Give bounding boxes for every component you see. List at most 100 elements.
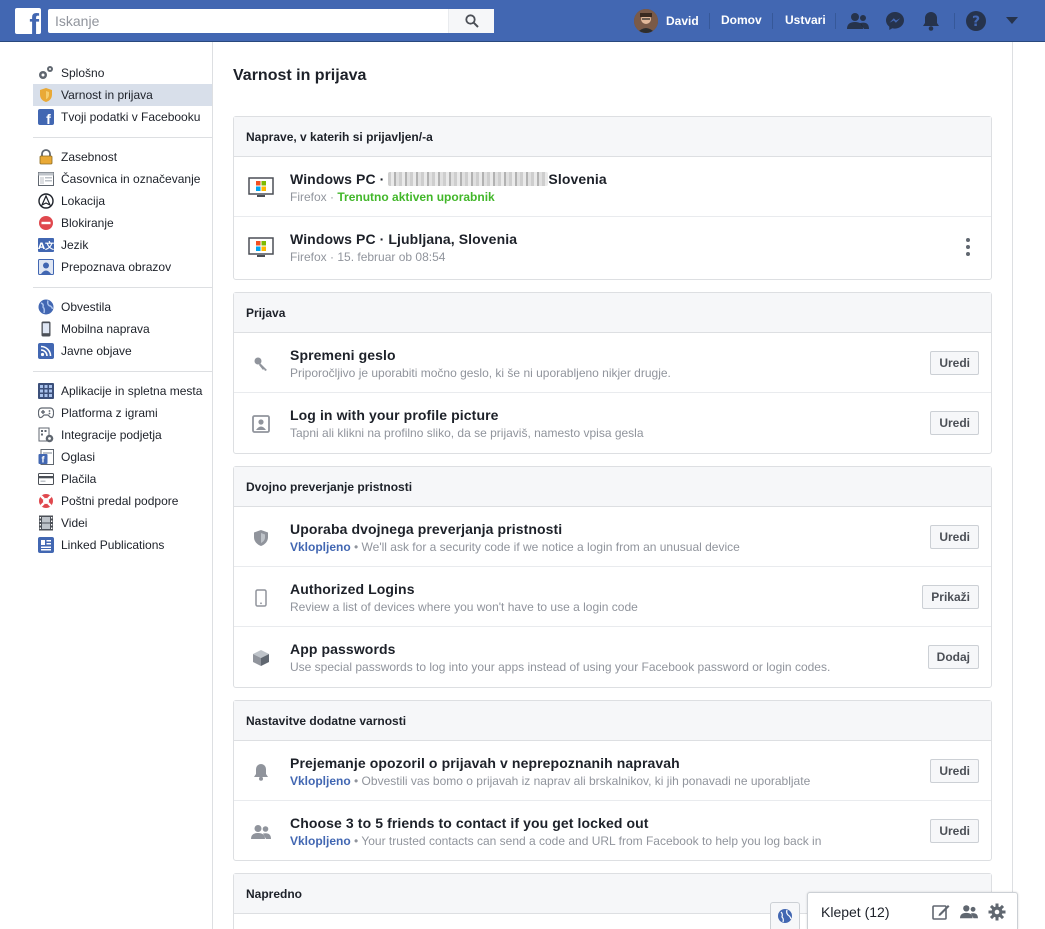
search-button[interactable] (448, 9, 494, 33)
profile-picture-icon (248, 411, 274, 437)
devices-section: Naprave, v katerih si prijavljen/-a Wind… (233, 116, 992, 280)
setting-description: Tapni ali klikni na profilno sliko, da s… (290, 426, 644, 440)
publication-icon (38, 537, 54, 553)
facebook-icon: f (38, 109, 54, 125)
language-icon: A文 (38, 237, 54, 253)
chat-bar[interactable]: Klepet (12) (807, 892, 1018, 929)
setting-description-text: • Obvestili vas bomo o prijavah iz napra… (350, 774, 811, 788)
nav-divider (709, 13, 710, 29)
sidebar-item-videi[interactable]: Videi (33, 512, 212, 534)
sidebar-item-placila[interactable]: Plačila (33, 468, 212, 490)
login-section: Prijava Spremeni geslo Priporočljivo je … (233, 292, 992, 454)
setting-row-app-passwords: App passwords Use special passwords to l… (234, 627, 991, 687)
edit-trusted-contacts-button[interactable]: Uredi (930, 819, 979, 843)
sidebar-item-oglasi[interactable]: f Oglasi (33, 446, 212, 468)
sidebar-item-blokiranje[interactable]: Blokiranje (33, 212, 212, 234)
device-title: Windows PC · Ljubljana, Slovenia (290, 231, 518, 247)
sidebar-item-javne-objave[interactable]: Javne objave (33, 340, 212, 362)
search-input[interactable] (48, 9, 448, 33)
setting-title: Prejemanje opozoril o prijavah v neprepo… (290, 755, 680, 771)
sidebar-item-label: Aplikacije in spletna mesta (61, 384, 203, 398)
svg-text:f: f (46, 111, 51, 125)
setting-row-two-factor: Uporaba dvojnega preverjanja pristnosti … (234, 507, 991, 567)
help-icon[interactable]: ? (964, 9, 988, 33)
sidebar-item-label: Integracije podjetja (61, 428, 162, 442)
setting-title: Choose 3 to 5 friends to contact if you … (290, 815, 649, 831)
sidebar-item-label: Oglasi (61, 450, 96, 464)
lock-icon (38, 149, 54, 165)
setting-description-text: • Your trusted contacts can send a code … (350, 834, 822, 848)
sidebar-item-label: Zasebnost (61, 150, 118, 164)
enabled-status: Vklopljeno (290, 540, 351, 554)
sidebar-item-label: Mobilna naprava (61, 322, 150, 336)
notifications-bell-icon[interactable] (919, 9, 943, 33)
device-title: Windows PC · Slovenia (290, 171, 607, 187)
compose-icon[interactable] (932, 903, 950, 921)
sidebar-item-prepoznava-obrazov[interactable]: Prepoznava obrazov (33, 256, 212, 278)
setting-title: App passwords (290, 641, 396, 657)
sidebar-item-label: Prepoznava obrazov (61, 260, 172, 274)
sidebar-item-label: Splošno (61, 66, 105, 80)
messenger-icon[interactable] (883, 9, 907, 33)
sidebar-item-jezik[interactable]: A文 Jezik (33, 234, 212, 256)
edit-password-button[interactable]: Uredi (930, 351, 979, 375)
contacts-icon[interactable] (960, 903, 978, 921)
sidebar-item-tvoji-podatki-v-facebooku[interactable]: f Tvoji podatki v Facebooku (33, 106, 212, 128)
home-link[interactable]: Domov (721, 13, 762, 27)
friends-icon (248, 819, 274, 845)
setting-description: Vklopljeno • Your trusted contacts can s… (290, 834, 821, 848)
extra-security-section: Nastavitve dodatne varnosti Prejemanje o… (233, 700, 992, 861)
sidebar-item-platforma-z-igrami[interactable]: Platforma z igrami (33, 402, 212, 424)
user-name: David (666, 14, 699, 28)
setting-description: Use special passwords to log into your a… (290, 660, 831, 674)
setting-row-login-alerts: Prejemanje opozoril o prijavah v neprepo… (234, 741, 991, 801)
sidebar-item-linked-publications[interactable]: Linked Publications (33, 534, 212, 556)
edit-two-factor-button[interactable]: Uredi (930, 525, 979, 549)
sidebar-item-lokacija[interactable]: Lokacija (33, 190, 212, 212)
sidebar-item-zasebnost[interactable]: Zasebnost (33, 146, 212, 168)
sidebar-group: Splošno Varnost in prijava f Tvoji podatki … (33, 62, 212, 138)
device-active-status: Trenutno aktiven uporabnik (337, 190, 495, 204)
sidebar-item-mobilna-naprava[interactable]: Mobilna naprava (33, 318, 212, 340)
add-app-password-button[interactable]: Dodaj (927, 645, 979, 669)
chat-settings-gear-icon[interactable] (988, 903, 1006, 921)
edit-login-alerts-button[interactable]: Uredi (930, 759, 979, 783)
profile-link[interactable]: David (634, 9, 699, 33)
svg-text:?: ? (972, 14, 980, 30)
setting-description: Vklopljeno • We'll ask for a security co… (290, 540, 740, 554)
sidebar-group: Aplikacije in spletna mesta Platforma z i… (33, 380, 212, 565)
sidebar-item-aplikacije-in-spletna-mesta[interactable]: Aplikacije in spletna mesta (33, 380, 212, 402)
sidebar-group: Obvestila Mobilna naprava Javne objave (33, 296, 212, 372)
card-icon (38, 471, 54, 487)
show-authorized-logins-button[interactable]: Prikaži (922, 585, 979, 609)
sidebar-item-label: Platforma z igrami (61, 406, 158, 420)
language-globe-button[interactable] (770, 902, 800, 929)
create-link[interactable]: Ustvari (785, 13, 826, 27)
apps-icon (38, 383, 54, 399)
face-icon (38, 259, 54, 275)
sidebar-item-postni-predal-podpore[interactable]: Poštni predal podpore (33, 490, 212, 512)
edit-profile-picture-login-button[interactable]: Uredi (930, 411, 979, 435)
more-options-icon[interactable] (963, 235, 973, 259)
content-right-border (1012, 42, 1013, 929)
sidebar-item-obvestila[interactable]: Obvestila (33, 296, 212, 318)
block-icon (38, 215, 54, 231)
sidebar-item-splosno[interactable]: Splošno (33, 62, 212, 84)
device-browser: Firefox (290, 250, 327, 264)
account-menu-chevron-icon[interactable] (1000, 9, 1024, 33)
sidebar-item-varnost-in-prijava[interactable]: Varnost in prijava (33, 84, 212, 106)
cube-icon (248, 645, 274, 671)
device-details: Firefox · 15. februar ob 08:54 (290, 250, 446, 264)
sidebar-item-integracije-podjetja[interactable]: Integracije podjetja (33, 424, 212, 446)
setting-title: Uporaba dvojnega preverjanja pristnosti (290, 521, 563, 537)
setting-row-profile-picture-login: Log in with your profile picture Tapni a… (234, 393, 991, 453)
sidebar-item-casovnica-in-oznacevanje[interactable]: Časovnica in označevanje (33, 168, 212, 190)
sidebar-item-label: Časovnica in označevanje (61, 172, 201, 186)
gamepad-icon (38, 405, 54, 421)
setting-description: Review a list of devices where you won't… (290, 600, 638, 614)
facebook-logo-icon[interactable]: f (15, 8, 41, 34)
sidebar-item-label: Varnost in prijava (61, 88, 153, 102)
friend-requests-icon[interactable] (846, 9, 870, 33)
enabled-status: Vklopljeno (290, 834, 351, 848)
sidebar-divider (212, 42, 213, 929)
